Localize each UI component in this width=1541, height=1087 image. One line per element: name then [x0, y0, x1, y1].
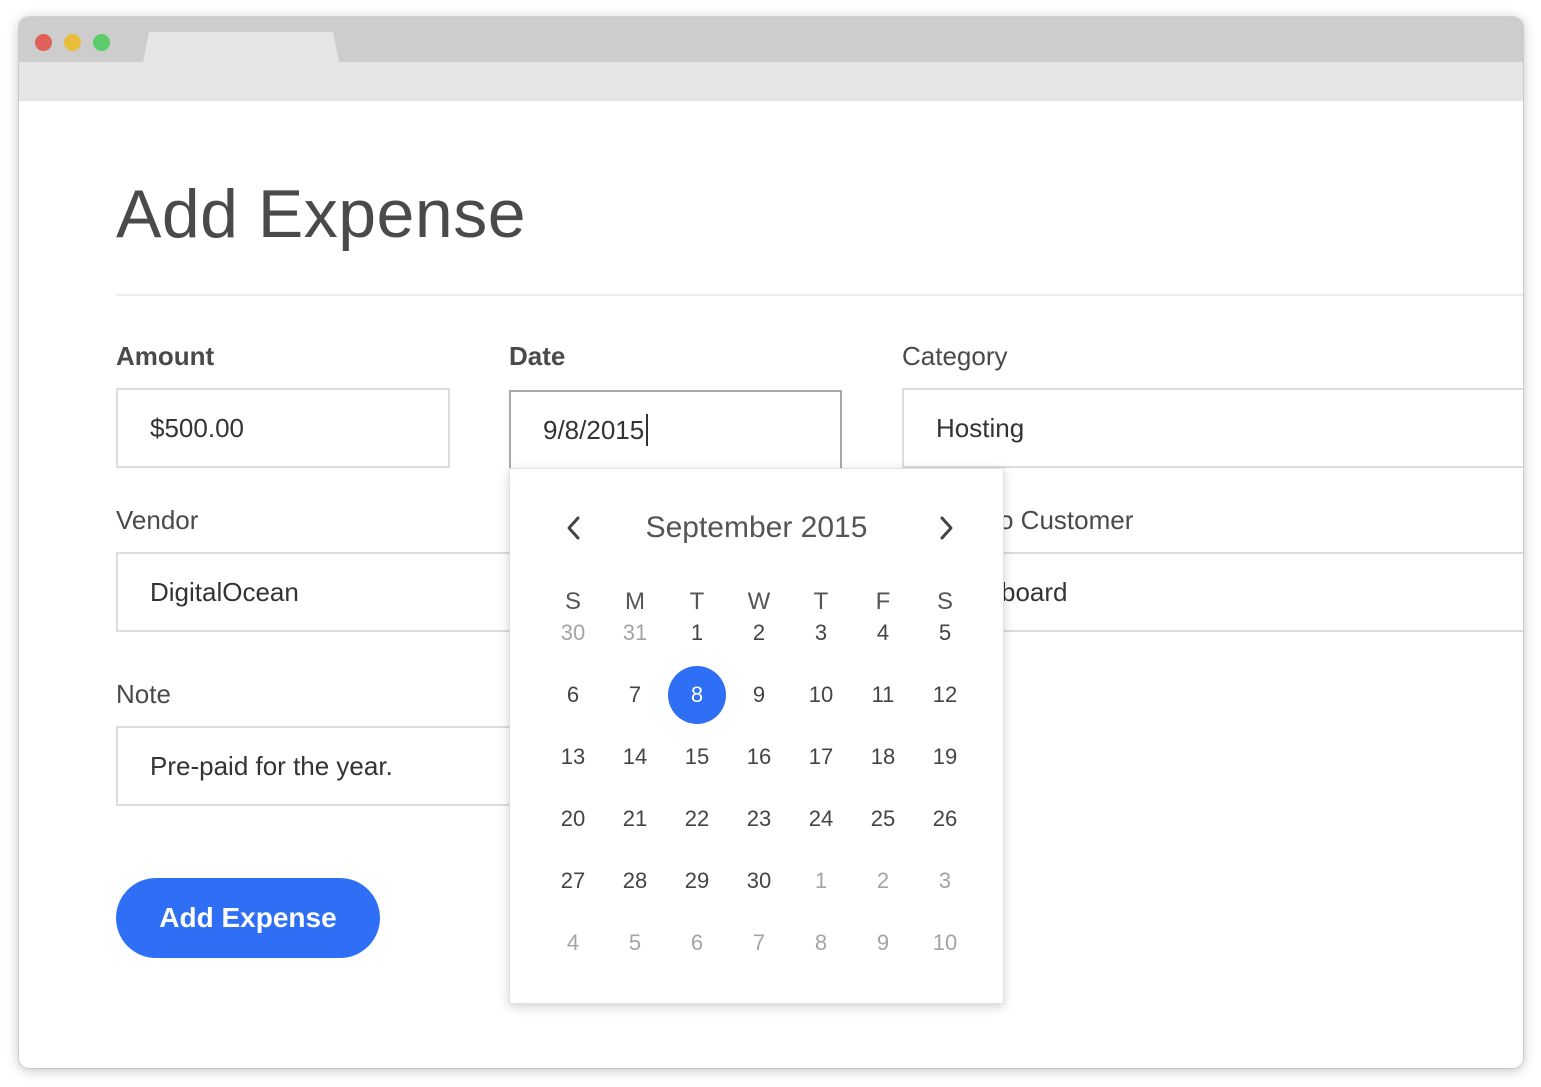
- calendar-day[interactable]: 21: [604, 788, 666, 850]
- browser-tab[interactable]: [143, 32, 339, 62]
- calendar-day[interactable]: 30: [542, 602, 604, 664]
- title-divider: [116, 294, 1523, 296]
- calendar-day[interactable]: 28: [604, 850, 666, 912]
- vendor-field[interactable]: DigitalOcean: [116, 552, 536, 632]
- text-caret: [646, 414, 649, 447]
- page-content: Add Expense Amount $500.00 Date 9/8/2015…: [19, 101, 1523, 1068]
- vendor-label: Vendor: [116, 505, 199, 535]
- date-label: Date: [509, 341, 566, 371]
- note-value: Pre-paid for the year.: [150, 751, 393, 781]
- calendar-day[interactable]: 26: [914, 788, 976, 850]
- calendar-day[interactable]: 20: [542, 788, 604, 850]
- calendar-day[interactable]: 25: [852, 788, 914, 850]
- calendar-day[interactable]: 5: [604, 912, 666, 974]
- browser-toolbar: [19, 62, 1523, 101]
- category-value: Hosting: [936, 413, 1025, 443]
- calendar-day[interactable]: 2: [852, 850, 914, 912]
- calendar-day[interactable]: 5: [914, 602, 976, 664]
- calendar-day-selected[interactable]: 8: [666, 664, 728, 726]
- date-value: 9/8/2015: [543, 415, 645, 445]
- amount-field[interactable]: $500.00: [116, 388, 450, 468]
- calendar-day[interactable]: 6: [666, 912, 728, 974]
- calendar-day[interactable]: 22: [666, 788, 728, 850]
- category-field[interactable]: Hosting: [902, 388, 1523, 468]
- add-expense-button[interactable]: Add Expense: [116, 878, 380, 958]
- calendar-day[interactable]: 12: [914, 664, 976, 726]
- selected-day-highlight: 8: [668, 666, 726, 724]
- calendar-day[interactable]: 16: [728, 726, 790, 788]
- calendar-day[interactable]: 7: [604, 664, 666, 726]
- calendar-day[interactable]: 10: [914, 912, 976, 974]
- calendar-day[interactable]: 7: [728, 912, 790, 974]
- calendar-day[interactable]: 14: [604, 726, 666, 788]
- calendar-day[interactable]: 9: [728, 664, 790, 726]
- chevron-right-icon: [940, 516, 953, 540]
- category-label: Category: [902, 341, 1008, 371]
- calendar-day[interactable]: 29: [666, 850, 728, 912]
- calendar-day[interactable]: 2: [728, 602, 790, 664]
- amount-label: Amount: [116, 341, 215, 371]
- calendar-day[interactable]: 13: [542, 726, 604, 788]
- calendar-day[interactable]: 11: [852, 664, 914, 726]
- calendar-day[interactable]: 23: [728, 788, 790, 850]
- calendar-day[interactable]: 4: [852, 602, 914, 664]
- zoom-window-button[interactable]: [93, 34, 110, 51]
- page-title: Add Expense: [116, 176, 527, 252]
- calendar-day[interactable]: 9: [852, 912, 914, 974]
- calendar-day[interactable]: 27: [542, 850, 604, 912]
- calendar-day[interactable]: 3: [790, 602, 852, 664]
- vendor-value: DigitalOcean: [150, 577, 299, 607]
- browser-window: Add Expense Amount $500.00 Date 9/8/2015…: [19, 17, 1523, 1068]
- note-label: Note: [116, 679, 171, 709]
- calendar-day[interactable]: 1: [790, 850, 852, 912]
- date-picker-popup: September 2015 S M T W T F S 30 31 1 2 3 4 5 6 7 8 9 10 11 1…: [509, 468, 1004, 1004]
- calendar-day[interactable]: 8: [790, 912, 852, 974]
- close-window-button[interactable]: [35, 34, 52, 51]
- calendar-day[interactable]: 1: [666, 602, 728, 664]
- calendar-day[interactable]: 30: [728, 850, 790, 912]
- customer-label: o Customer: [999, 505, 1134, 535]
- title-bar: [19, 17, 1523, 62]
- calendar-day[interactable]: 4: [542, 912, 604, 974]
- minimize-window-button[interactable]: [64, 34, 81, 51]
- calendar-day[interactable]: 19: [914, 726, 976, 788]
- calendar-day[interactable]: 17: [790, 726, 852, 788]
- calendar-day[interactable]: 3: [914, 850, 976, 912]
- note-field[interactable]: Pre-paid for the year.: [116, 726, 536, 806]
- date-field[interactable]: 9/8/2015: [509, 390, 842, 470]
- calendar-day[interactable]: 15: [666, 726, 728, 788]
- calendar-day[interactable]: 31: [604, 602, 666, 664]
- calendar-day[interactable]: 10: [790, 664, 852, 726]
- calendar-day[interactable]: 24: [790, 788, 852, 850]
- calendar-day[interactable]: 18: [852, 726, 914, 788]
- calendar-day[interactable]: 6: [542, 664, 604, 726]
- amount-value: $500.00: [150, 413, 244, 443]
- customer-value: board: [1001, 577, 1068, 607]
- next-month-button[interactable]: [926, 507, 966, 547]
